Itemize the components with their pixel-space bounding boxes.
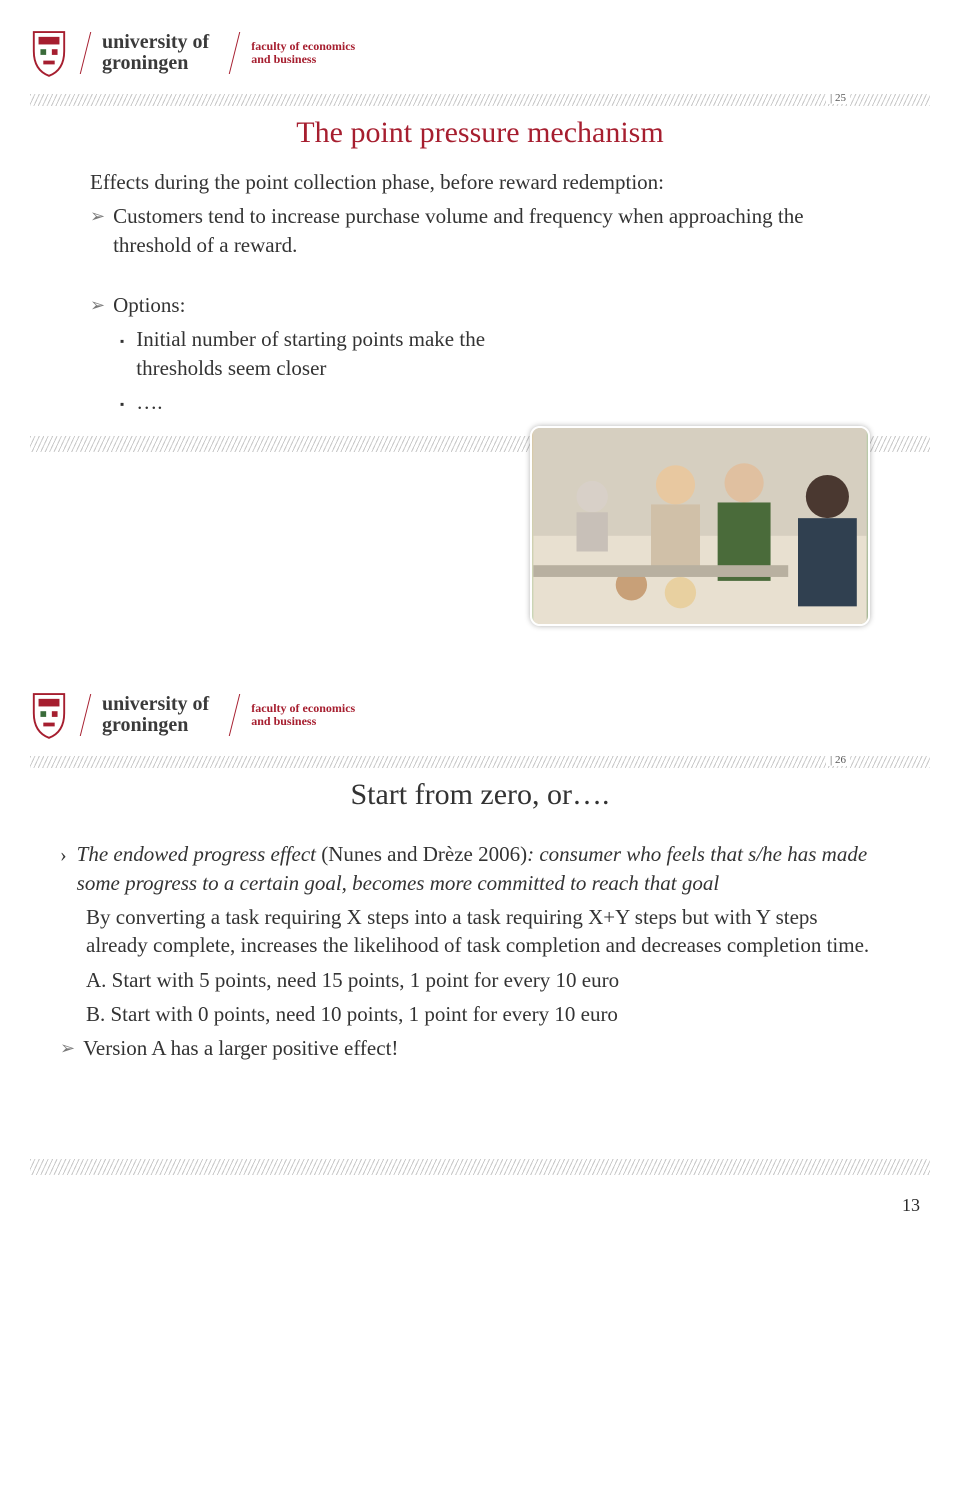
conclusion-text: Version A has a larger positive effect! <box>83 1034 398 1062</box>
slash-divider-icon <box>223 690 245 740</box>
university-shield-icon <box>30 28 68 78</box>
slide-title: The point pressure mechanism <box>30 116 930 150</box>
faculty-name: faculty of economics and business <box>251 40 355 66</box>
slide-header: university of groningen faculty of econo… <box>30 20 930 90</box>
option-a: A. Start with 5 points, need 15 points, … <box>86 966 619 994</box>
option-b: B. Start with 0 points, need 10 points, … <box>86 1000 618 1028</box>
faculty-name: faculty of economics and business <box>251 702 355 728</box>
square-bullet-icon: ▪ <box>120 388 124 416</box>
angle-bullet-icon: › <box>60 840 67 897</box>
options-label: Options: <box>113 291 185 319</box>
conversion-text: By converting a task requiring X steps i… <box>86 903 880 960</box>
hatch-divider: | 26 <box>30 756 930 768</box>
arrow-bullet-icon: ➢ <box>90 202 105 259</box>
slash-divider-icon <box>74 690 96 740</box>
arrow-bullet-icon: ➢ <box>60 1034 75 1062</box>
option-text: Initial number of starting points make t… <box>136 325 556 382</box>
slash-divider-icon <box>223 28 245 78</box>
slash-divider-icon <box>74 28 96 78</box>
slide-header: university of groningen faculty of econo… <box>30 682 930 752</box>
university-name: university of groningen <box>102 32 209 74</box>
slide-number: | 25 <box>826 92 850 104</box>
university-name: university of groningen <box>102 694 209 736</box>
checkout-photo <box>530 426 870 626</box>
slide-body: › The endowed progress effect (Nunes and… <box>30 840 930 1062</box>
slide-number: | 26 <box>826 754 850 766</box>
effects-intro: Effects during the point collection phas… <box>90 168 870 196</box>
endowed-text: The endowed progress effect (Nunes and D… <box>77 840 880 897</box>
page-number: 13 <box>30 1175 930 1226</box>
square-bullet-icon: ▪ <box>120 325 124 382</box>
hatch-divider <box>30 1159 930 1175</box>
slide-title: Start from zero, or…. <box>30 778 930 812</box>
university-shield-icon <box>30 690 68 740</box>
option-text: …. <box>136 388 162 416</box>
slide-body: Effects during the point collection phas… <box>30 168 930 416</box>
hatch-divider: | 25 <box>30 94 930 106</box>
bullet-text: Customers tend to increase purchase volu… <box>113 202 870 259</box>
arrow-bullet-icon: ➢ <box>90 291 105 319</box>
